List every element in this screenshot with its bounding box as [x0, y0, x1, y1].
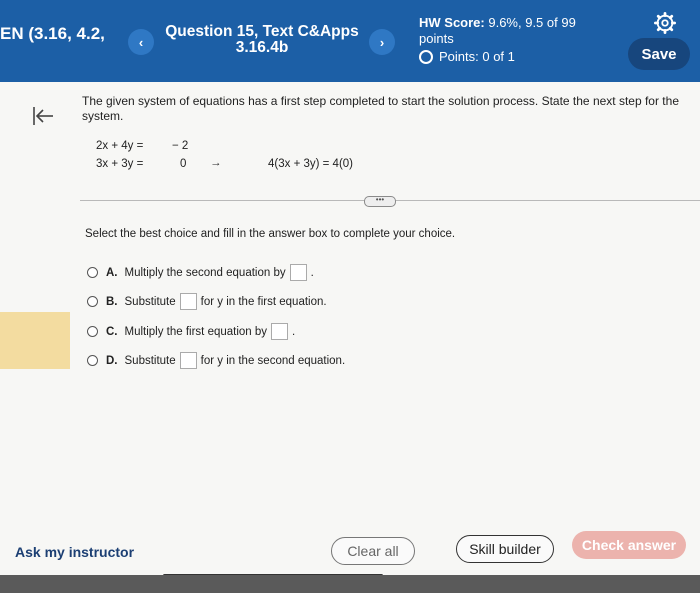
choice-c-suffix: .: [292, 325, 296, 338]
choice-c-answer-box[interactable]: [271, 323, 289, 340]
choice-a[interactable]: A. Multiply the second equation by .: [87, 264, 314, 281]
question-prompt: The given system of equations has a firs…: [82, 94, 679, 123]
choice-b[interactable]: B. Substitute for y in the first equatio…: [87, 293, 327, 310]
points-status: Points: 0 of 1: [419, 49, 515, 64]
choice-d-letter: D.: [106, 354, 118, 367]
chevron-right-icon: ›: [379, 34, 385, 50]
question-title[interactable]: Question 15, Text C&Apps 3.16.4b: [164, 24, 360, 56]
points-ring-icon: [419, 49, 433, 64]
choice-b-radio[interactable]: [87, 296, 98, 307]
choice-c-text: Multiply the first equation by: [124, 325, 268, 338]
skill-builder-button[interactable]: Skill builder: [456, 535, 554, 563]
choice-d-answer-box[interactable]: [179, 352, 197, 369]
equation-1-lhs: 2x + 4y =: [96, 140, 144, 152]
ask-instructor-link[interactable]: Ask my instructor: [15, 544, 134, 560]
choice-a-answer-box[interactable]: [289, 264, 307, 281]
assignment-title[interactable]: EN (3.16, 4.2,: [0, 24, 105, 44]
gear-icon[interactable]: [654, 12, 676, 34]
equation-2-rhs: 0: [180, 158, 187, 170]
choice-c[interactable]: C. Multiply the first equation by .: [87, 323, 295, 340]
choice-b-letter: B.: [106, 295, 118, 308]
choice-c-letter: C.: [106, 325, 118, 338]
device-bezel: [0, 575, 700, 593]
choice-a-suffix: .: [310, 266, 314, 279]
arrow-icon: →: [210, 157, 222, 169]
instruction-text: Select the best choice and fill in the a…: [85, 228, 456, 240]
chevron-left-icon: ‹: [138, 34, 144, 50]
clear-all-button[interactable]: Clear all: [331, 537, 415, 565]
save-button[interactable]: Save: [628, 38, 690, 70]
choice-d-radio[interactable]: [87, 355, 98, 366]
choice-a-text: Multiply the second equation by: [124, 266, 286, 279]
choice-a-letter: A.: [106, 266, 118, 279]
choice-d-suffix: for y in the second equation.: [200, 354, 346, 367]
hw-score: HW Score: 9.6%, 9.5 of 99 points: [419, 15, 576, 47]
hw-score-label: HW Score:: [419, 15, 485, 30]
next-question-button[interactable]: ›: [369, 29, 395, 55]
choice-b-text: Substitute: [124, 295, 176, 308]
choice-c-radio[interactable]: [87, 326, 98, 337]
question-title-line2: 3.16.4b: [235, 39, 289, 56]
choice-a-radio[interactable]: [87, 267, 98, 278]
check-answer-button[interactable]: Check answer: [572, 531, 686, 559]
hw-score-value: 9.6%, 9.5 of 99: [488, 15, 576, 30]
choice-b-suffix: for y in the first equation.: [200, 295, 327, 308]
question-content: The given system of equations has a firs…: [0, 82, 700, 593]
highlight-marker: [0, 312, 70, 369]
more-button[interactable]: •••: [364, 196, 396, 207]
previous-question-button[interactable]: ‹: [128, 29, 154, 55]
collapse-left-icon[interactable]: [32, 105, 54, 127]
top-bar: EN (3.16, 4.2, ‹ Question 15, Text C&App…: [0, 0, 700, 82]
screen: EN (3.16, 4.2, ‹ Question 15, Text C&App…: [0, 0, 700, 593]
choice-b-answer-box[interactable]: [179, 293, 197, 310]
choice-d-text: Substitute: [124, 354, 176, 367]
equation-2-lhs: 3x + 3y =: [96, 158, 144, 170]
choice-d[interactable]: D. Substitute for y in the second equati…: [87, 352, 345, 369]
equation-1-rhs: − 2: [172, 140, 189, 152]
hw-score-unit: points: [419, 31, 454, 46]
points-text: Points: 0 of 1: [439, 49, 515, 64]
first-step-equation: 4(3x + 3y) = 4(0): [268, 158, 354, 170]
question-title-line1: Question 15, Text C&Apps: [165, 23, 359, 40]
